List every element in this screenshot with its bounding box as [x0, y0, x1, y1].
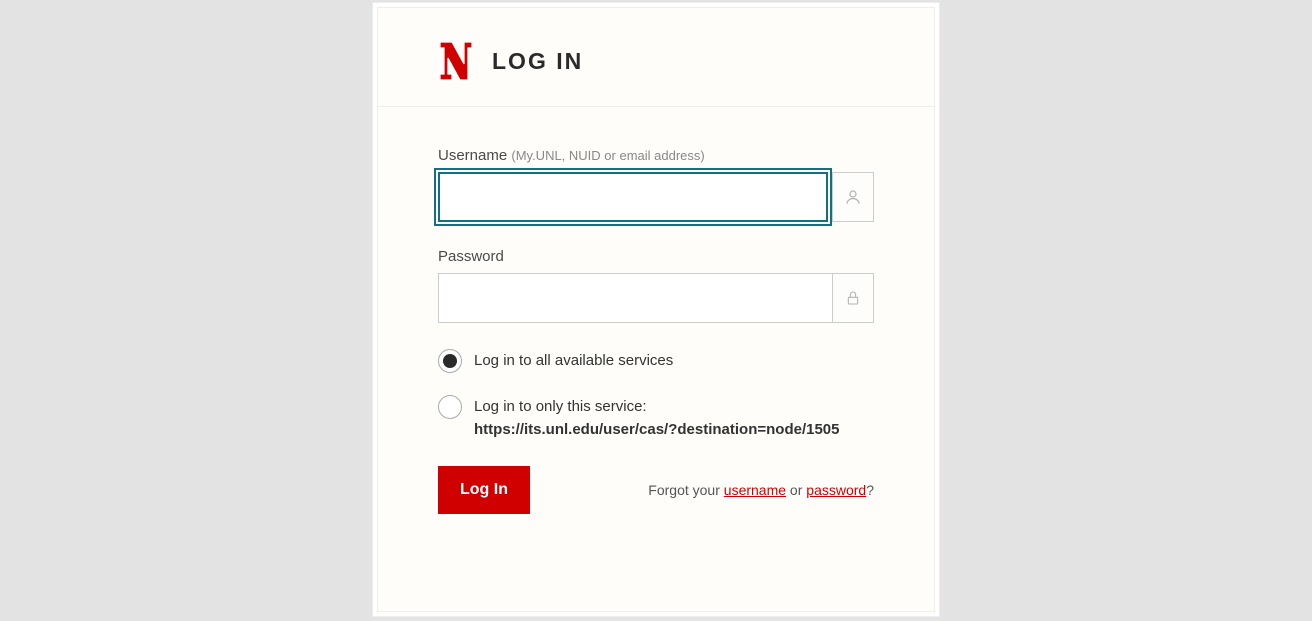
username-input[interactable]	[438, 172, 828, 222]
header: LOG IN	[378, 8, 934, 107]
username-hint: (My.UNL, NUID or email address)	[511, 148, 704, 163]
username-block: Username (My.UNL, NUID or email address)	[438, 147, 874, 222]
password-input[interactable]	[438, 273, 832, 323]
username-input-row	[438, 172, 874, 222]
password-label: Password	[438, 248, 874, 265]
forgot-suffix: ?	[866, 482, 874, 498]
nebraska-n-logo-icon	[438, 38, 474, 84]
username-label-text: Username	[438, 147, 507, 164]
lock-icon	[832, 273, 874, 323]
radio-only-this[interactable]	[438, 395, 462, 419]
forgot-password-link[interactable]: password	[806, 482, 866, 498]
form-body: Username (My.UNL, NUID or email address)…	[378, 107, 934, 544]
radio-only-this-label: Log in to only this service: https://its…	[474, 395, 840, 442]
login-panel: LOG IN Username (My.UNL, NUID or email a…	[377, 7, 935, 612]
forgot-middle: or	[786, 482, 806, 498]
radio-only-this-text: Log in to only this service:	[474, 398, 647, 415]
forgot-username-link[interactable]: username	[724, 482, 786, 498]
radio-all-services-row: Log in to all available services	[438, 349, 874, 373]
login-card: LOG IN Username (My.UNL, NUID or email a…	[372, 2, 940, 617]
password-input-row	[438, 273, 874, 323]
forgot-prefix: Forgot your	[648, 482, 723, 498]
footer-row: Log In Forgot your username or password?	[438, 466, 874, 514]
forgot-text: Forgot your username or password?	[648, 482, 874, 498]
username-label: Username (My.UNL, NUID or email address)	[438, 147, 874, 164]
radio-only-this-url: https://its.unl.edu/user/cas/?destinatio…	[474, 421, 840, 438]
page-title: LOG IN	[492, 48, 583, 75]
radio-all-services[interactable]	[438, 349, 462, 373]
user-icon	[832, 172, 874, 222]
password-block: Password	[438, 248, 874, 323]
radio-only-this-row: Log in to only this service: https://its…	[438, 395, 874, 442]
radio-all-services-label: Log in to all available services	[474, 349, 673, 372]
login-scope-group: Log in to all available services Log in …	[438, 349, 874, 442]
login-button[interactable]: Log In	[438, 466, 530, 514]
